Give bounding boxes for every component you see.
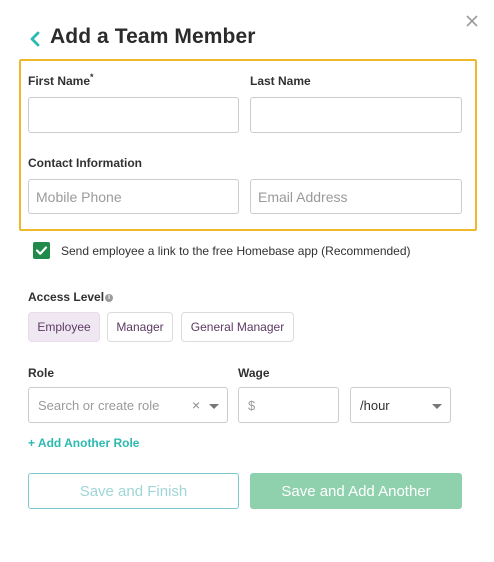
app-link-label: Send employee a link to the free Homebas… <box>61 244 411 258</box>
contact-information-label: Contact Information <box>28 156 142 170</box>
wage-input[interactable]: $ <box>238 387 339 423</box>
wage-period-value: /hour <box>360 397 390 413</box>
wage-period-select[interactable]: /hour <box>350 387 451 423</box>
role-select[interactable]: Search or create role × <box>28 387 228 423</box>
save-and-add-another-button[interactable]: Save and Add Another <box>250 473 462 509</box>
close-icon[interactable] <box>463 12 481 30</box>
access-option-employee[interactable]: Employee <box>28 312 100 342</box>
first-name-input[interactable] <box>28 97 239 133</box>
role-label: Role <box>28 366 55 380</box>
save-and-finish-button[interactable]: Save and Finish <box>28 473 239 509</box>
required-mark: * <box>90 72 94 82</box>
mobile-phone-input[interactable]: Mobile Phone <box>28 179 239 214</box>
access-option-general-manager[interactable]: General Manager <box>181 312 294 342</box>
last-name-label: Last Name <box>250 74 311 88</box>
wage-period-caret-icon[interactable] <box>432 404 442 409</box>
role-dropdown-caret-icon[interactable] <box>209 404 219 409</box>
last-name-input[interactable] <box>250 97 462 133</box>
back-chevron-icon[interactable] <box>28 30 42 48</box>
page-title: Add a Team Member <box>50 25 256 48</box>
first-name-label-text: First Name <box>28 74 91 88</box>
info-icon[interactable]: i <box>105 293 114 302</box>
access-level-text: Access Level <box>28 290 105 304</box>
access-level-label: Access Level i <box>28 290 114 304</box>
wage-label: Wage <box>238 366 270 380</box>
email-address-input[interactable]: Email Address <box>250 179 462 214</box>
clear-role-icon[interactable]: × <box>192 397 200 413</box>
checkmark-icon <box>35 246 48 255</box>
first-name-label: First Name* <box>28 72 94 88</box>
access-option-manager[interactable]: Manager <box>107 312 173 342</box>
role-placeholder: Search or create role <box>38 397 160 413</box>
app-link-checkbox[interactable] <box>33 242 50 259</box>
add-another-role-link[interactable]: + Add Another Role <box>28 436 139 450</box>
